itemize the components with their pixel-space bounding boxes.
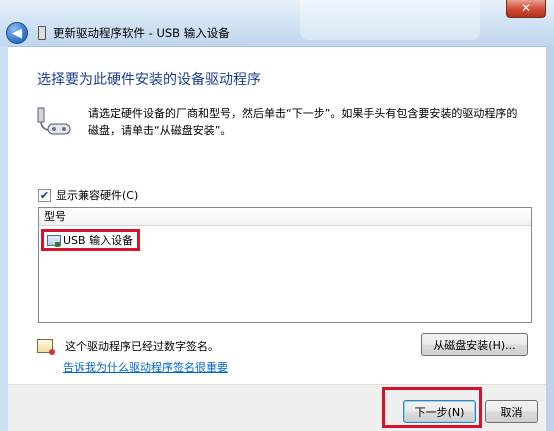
model-list[interactable]: 型号 USB 输入设备 <box>38 207 532 323</box>
page-title: 选择要为此硬件安装的设备驱动程序 <box>37 72 261 88</box>
back-button[interactable]: ◀ <box>6 22 28 44</box>
instruction-text: 请选定硬件设备的厂商和型号，然后单击“下一步”。如果手头有包含要安装的驱动程序的… <box>88 107 518 137</box>
device-icon <box>47 234 61 247</box>
usb-device-icon <box>38 26 46 40</box>
show-compatible-label: 显示兼容硬件(C) <box>56 189 139 202</box>
signature-text: 这个驱动程序已经过数字签名。 <box>65 340 219 353</box>
show-compatible-row[interactable]: ✔ 显示兼容硬件(C) <box>38 187 138 203</box>
model-column-header[interactable]: 型号 <box>39 208 531 226</box>
have-disk-button[interactable]: 从磁盘安装(H)... <box>421 333 528 356</box>
footer-bar: 下一步(N) 取消 <box>8 384 546 431</box>
content-panel: 选择要为此硬件安装的设备驱动程序 请选定硬件设备的厂商和型号，然后单击“下一步”… <box>8 46 546 384</box>
close-icon: ✕ <box>520 1 532 15</box>
title-bar-glass <box>300 0 480 40</box>
title-bar: ◀ 更新驱动程序软件 - USB 输入设备 ✕ <box>0 0 554 46</box>
certificate-icon <box>37 339 55 355</box>
signature-row: 这个驱动程序已经过数字签名。 <box>37 338 219 355</box>
close-button[interactable]: ✕ <box>506 0 546 18</box>
back-arrow-icon: ◀ <box>12 25 22 41</box>
list-item-label: USB 输入设备 <box>63 234 134 247</box>
show-compatible-checkbox[interactable]: ✔ <box>38 188 51 202</box>
cancel-button[interactable]: 取消 <box>485 400 538 423</box>
next-button[interactable]: 下一步(N) <box>403 400 476 423</box>
signature-info-link[interactable]: 告诉我为什么驱动程序签名很重要 <box>63 359 228 375</box>
checkmark-icon: ✔ <box>39 188 50 202</box>
window-frame <box>546 46 554 431</box>
list-item[interactable]: USB 输入设备 <box>41 229 140 251</box>
window-title: 更新驱动程序软件 - USB 输入设备 <box>53 26 230 40</box>
hardware-device-icon <box>37 107 71 135</box>
